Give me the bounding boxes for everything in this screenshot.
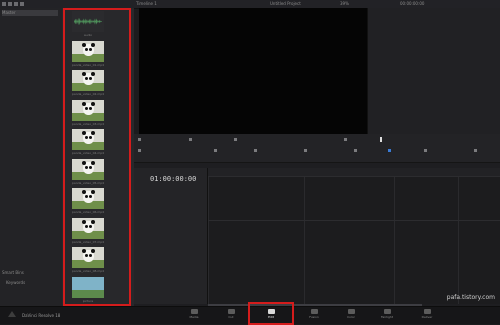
timeline-toolbar — [134, 134, 500, 163]
bin-master[interactable]: Master — [2, 10, 58, 16]
in-point-icon[interactable] — [138, 138, 141, 141]
prev-frame-icon[interactable] — [189, 138, 192, 141]
color-page-icon — [347, 309, 355, 314]
timeline-ruler[interactable] — [208, 168, 500, 177]
sound-library-icon[interactable] — [20, 2, 24, 6]
blade-icon[interactable] — [304, 149, 307, 152]
bin-list-panel: Master Smart Bins Keywords — [0, 8, 63, 306]
page-tab-color[interactable]: Color — [334, 309, 368, 322]
track-headers: 01:00:00:00 — [134, 168, 208, 304]
ruler-line — [458, 168, 459, 304]
zoom-in-icon[interactable] — [474, 149, 477, 152]
ruler-line — [304, 168, 305, 304]
timeline-timecode: 01:00:00:00 — [150, 175, 197, 183]
snapping-icon[interactable] — [354, 149, 357, 152]
playhead-marker[interactable] — [380, 137, 382, 142]
source-timecode: 00:00:00:00 — [400, 1, 425, 6]
page-tab-media[interactable]: Media — [177, 309, 211, 322]
smart-bins-header: Smart Bins — [2, 270, 24, 275]
media-pool-icon[interactable] — [2, 2, 6, 6]
edit-mode-icon[interactable] — [214, 149, 217, 152]
zoom-level[interactable]: 39% — [340, 1, 349, 6]
cut-page-icon — [227, 309, 235, 314]
page-tab-cut[interactable]: Cut — [214, 309, 248, 322]
smart-bin-keywords[interactable]: Keywords — [6, 280, 62, 286]
project-title: Untitled Project — [270, 1, 301, 6]
highlight-box-media-pool — [63, 8, 131, 306]
watermark: pafa.tistory.com — [446, 294, 495, 301]
fusion-page-icon — [310, 309, 318, 314]
timeline-tracks[interactable] — [208, 168, 500, 304]
timeline-name[interactable]: Timeline 1 — [136, 1, 157, 6]
page-tab-label: Fusion — [309, 315, 319, 319]
davinci-logo-icon — [8, 311, 16, 317]
deliver-page-icon — [423, 309, 431, 314]
flag-icon[interactable] — [388, 149, 391, 152]
app-name: DaVinci Resolve 18 — [22, 313, 61, 318]
ruler-line — [208, 168, 209, 304]
page-tab-label: Deliver — [421, 315, 433, 319]
page-tab-fusion[interactable]: Fusion — [297, 309, 331, 322]
page-tab-label: Color — [347, 315, 355, 319]
media-page-icon — [190, 309, 198, 314]
page-tab-label: Fairlight — [380, 315, 393, 319]
trim-mode-icon[interactable] — [254, 149, 257, 152]
loop-icon[interactable] — [344, 138, 347, 141]
highlight-box-edit-page — [248, 302, 294, 325]
timeline-panel: 01:00:00:00 — [134, 134, 500, 307]
effects-icon[interactable] — [8, 2, 12, 6]
page-navigation-bar: DaVinci Resolve 18 Media Cut Edit Fusion Col… — [0, 302, 500, 325]
inspector-panel — [367, 8, 500, 134]
page-tab-label: Cut — [228, 315, 234, 319]
zoom-out-icon[interactable] — [424, 149, 427, 152]
edit-index-icon[interactable] — [14, 2, 18, 6]
timeline-viewer[interactable] — [139, 8, 367, 134]
fairlight-page-icon — [383, 309, 391, 314]
page-tab-label: Media — [189, 315, 199, 319]
play-icon[interactable] — [234, 138, 237, 141]
page-tab-fairlight[interactable]: Fairlight — [370, 309, 404, 322]
timeline-options-icon[interactable] — [138, 149, 141, 152]
ruler-line — [394, 168, 395, 304]
page-tab-deliver[interactable]: Deliver — [410, 309, 444, 322]
track-divider — [208, 220, 500, 221]
